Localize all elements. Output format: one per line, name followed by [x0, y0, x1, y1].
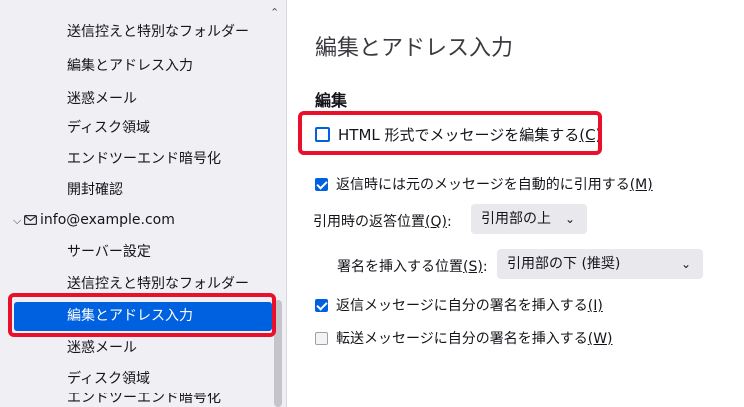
sidebar-scrollbar-thumb[interactable] [274, 300, 282, 407]
composition-settings-pane: 編集とアドレス入力 編集 HTML 形式でメッセージを編集する(C) 返信時には… [287, 0, 744, 407]
html-compose-accesskey: (C) [579, 126, 602, 144]
sidebar-item-junk-2[interactable]: 迷惑メール [0, 334, 270, 363]
chevron-down-icon: ⌄ [680, 257, 691, 271]
reply-position-colon: : [446, 214, 452, 230]
sidebar-item-label: ディスク領域 [67, 120, 151, 136]
sidebar-item-junk[interactable]: 迷惑メール [0, 85, 270, 114]
sidebar-item-copies-folders-2[interactable]: 送信控えと特別なフォルダー [0, 270, 270, 299]
sidebar-item-label: 送信控えと特別なフォルダー [67, 276, 249, 292]
sidebar-item-disk-space[interactable]: ディスク領域 [0, 114, 270, 143]
signature-position-text: 署名を挿入する位置 [337, 259, 463, 275]
signature-position-value: 引用部の下 (推奨) [507, 256, 621, 272]
html-compose-option[interactable]: HTML 形式でメッセージを編集する(C) [315, 124, 601, 145]
html-compose-label: HTML 形式でメッセージを編集する [338, 126, 580, 144]
sig-reply-accesskey: (I) [587, 298, 603, 314]
auto-quote-accesskey: (M) [629, 177, 653, 193]
sig-forward-label: 転送メッセージに自分の署名を挿入する [336, 331, 588, 347]
sidebar-item-label: 編集とアドレス入力 [67, 308, 193, 324]
reply-position-select[interactable]: 引用部の上 ⌄ [471, 204, 587, 234]
sig-forward-checkbox[interactable] [315, 332, 328, 345]
section-title: 編集 [315, 91, 348, 110]
sig-forward-option[interactable]: 転送メッセージに自分の署名を挿入する(W) [315, 328, 613, 348]
mail-icon [24, 215, 37, 225]
account-settings-sidebar: 送信控えと特別なフォルダー 編集とアドレス入力 迷惑メール ディスク領域 エンド… [0, 0, 287, 407]
html-compose-checkbox[interactable] [315, 127, 330, 142]
reply-position-accesskey: (Q) [425, 214, 447, 230]
sidebar-item-label: エンドツーエンド暗号化 [67, 151, 221, 167]
sidebar-item-receipts[interactable]: 開封確認 [0, 176, 270, 205]
sidebar-account-label: info@example.com [40, 212, 175, 228]
auto-quote-option[interactable]: 返信時には元のメッセージを自動的に引用する(M) [315, 174, 653, 194]
sidebar-item-server-settings[interactable]: サーバー設定 [0, 238, 270, 267]
sidebar-item-copies-folders[interactable]: 送信控えと特別なフォルダー [0, 18, 270, 47]
signature-position-label: 署名を挿入する位置(S): [337, 256, 488, 276]
sidebar-item-disk-space-2[interactable]: ディスク領域 [0, 365, 270, 394]
sidebar-item-e2ee-2[interactable]: エンドツーエンド暗号化 [0, 393, 270, 407]
sidebar-item-label: 送信控えと特別なフォルダー [67, 24, 249, 40]
sidebar-item-label: 編集とアドレス入力 [67, 58, 193, 74]
sidebar-item-label: サーバー設定 [67, 244, 151, 260]
auto-quote-checkbox[interactable] [315, 178, 328, 191]
reply-position-label: 引用時の返答位置(Q): [313, 211, 452, 231]
sidebar-item-composition-selected[interactable]: 編集とアドレス入力 [14, 302, 272, 331]
signature-position-accesskey: (S) [463, 259, 483, 275]
sidebar-item-e2ee[interactable]: エンドツーエンド暗号化 [0, 145, 270, 174]
sig-forward-accesskey: (W) [587, 331, 613, 347]
reply-position-value: 引用部の上 [481, 211, 551, 227]
sidebar-account[interactable]: ⌵ info@example.com [0, 206, 270, 235]
sidebar-item-composition[interactable]: 編集とアドレス入力 [0, 52, 270, 81]
signature-position-select[interactable]: 引用部の下 (推奨) ⌄ [497, 249, 703, 279]
reply-position-text: 引用時の返答位置 [313, 214, 425, 230]
sig-reply-option[interactable]: 返信メッセージに自分の署名を挿入する(I) [315, 295, 603, 315]
auto-quote-label: 返信時には元のメッセージを自動的に引用する [336, 177, 630, 193]
sidebar-item-label: エンドツーエンド暗号化 [67, 393, 221, 406]
sidebar-item-label: 迷惑メール [67, 340, 137, 356]
sig-reply-checkbox[interactable] [315, 299, 328, 312]
page-title: 編集とアドレス入力 [315, 36, 514, 61]
signature-position-colon: : [482, 259, 488, 275]
sidebar-item-label: 迷惑メール [67, 91, 137, 107]
chevron-down-icon: ⌄ [564, 212, 575, 226]
sidebar-item-label: 開封確認 [67, 182, 123, 198]
sidebar-item-label: ディスク領域 [67, 371, 151, 387]
chevron-down-icon[interactable]: ⌵ [13, 206, 21, 235]
sig-reply-label: 返信メッセージに自分の署名を挿入する [336, 298, 588, 314]
